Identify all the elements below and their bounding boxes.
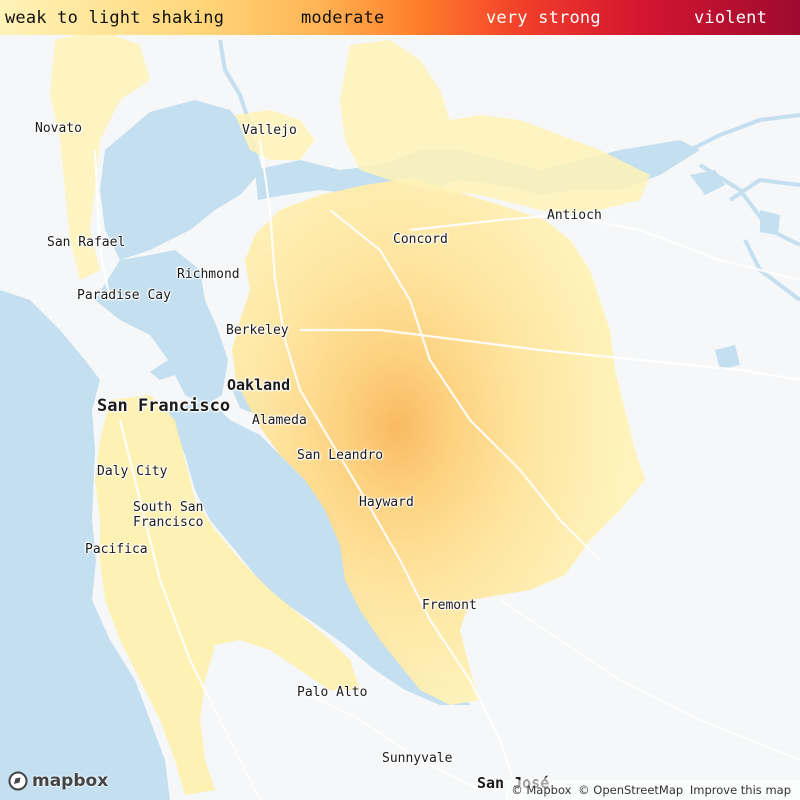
mapbox-logo[interactable]: mapbox xyxy=(8,770,108,792)
map-attribution: © Mapbox © OpenStreetMap Improve this ma… xyxy=(505,780,800,800)
attribution-improve-link[interactable]: Improve this map xyxy=(690,783,791,797)
place-label-south-san-francisco: South San Francisco xyxy=(133,500,203,530)
place-label-san-leandro: San Leandro xyxy=(297,448,384,463)
place-label-concord: Concord xyxy=(393,232,448,247)
place-label-san-francisco: San Francisco xyxy=(97,396,231,416)
place-label-antioch: Antioch xyxy=(547,208,602,223)
legend-very-strong-label: very strong xyxy=(486,8,601,28)
place-label-oakland: Oakland xyxy=(227,376,291,394)
place-label-alameda: Alameda xyxy=(252,413,307,428)
place-label-vallejo: Vallejo xyxy=(242,123,297,138)
place-label-south-san-francisco-line1: South San xyxy=(133,500,204,515)
place-label-pacifica: Pacifica xyxy=(85,542,148,557)
place-label-south-san-francisco-line2: Francisco xyxy=(133,515,204,530)
mapbox-icon xyxy=(8,771,28,791)
place-label-palo-alto: Palo Alto xyxy=(297,685,368,700)
place-label-daly-city: Daly City xyxy=(97,464,168,479)
legend-violent-label: violent xyxy=(694,8,768,28)
shaking-intensity-legend: weak to light shaking moderate very stro… xyxy=(0,0,800,35)
place-label-novato: Novato xyxy=(35,121,82,136)
place-label-berkeley: Berkeley xyxy=(226,323,289,338)
place-label-richmond: Richmond xyxy=(177,267,240,282)
place-label-san-rafael: San Rafael xyxy=(47,235,126,250)
legend-weak-label: weak to light shaking xyxy=(5,8,225,28)
attribution-mapbox-link[interactable]: © Mapbox xyxy=(511,783,571,797)
place-label-hayward: Hayward xyxy=(359,495,414,510)
legend-moderate-label: moderate xyxy=(301,8,385,28)
place-label-paradise-cay: Paradise Cay xyxy=(77,288,171,303)
mapbox-logo-text: mapbox xyxy=(32,771,109,791)
place-label-sunnyvale: Sunnyvale xyxy=(382,751,453,766)
place-label-fremont: Fremont xyxy=(422,598,477,613)
attribution-osm-link[interactable]: © OpenStreetMap xyxy=(578,783,683,797)
